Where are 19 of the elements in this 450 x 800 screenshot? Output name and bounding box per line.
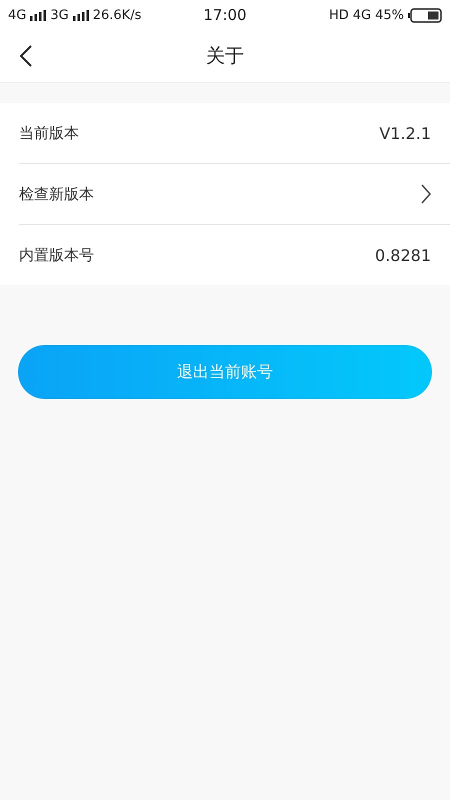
status-text: 3G [50, 8, 69, 22]
status-text: 45% [375, 8, 404, 22]
page-title: 关于 [205, 44, 245, 69]
row-value: V1.2.1 [379, 124, 431, 142]
chevron-right-icon [421, 184, 431, 204]
battery-icon [408, 8, 442, 22]
settings-row[interactable]: 检查新版本 [19, 164, 450, 225]
row-value: 0.8281 [375, 246, 431, 264]
row-label: 检查新版本 [19, 184, 94, 204]
status-text: 4G [8, 8, 26, 22]
signal-icon [30, 10, 46, 20]
status-time: 17:00 [203, 6, 247, 24]
status-text: 4G [352, 8, 372, 22]
back-icon [20, 45, 32, 67]
row-label: 内置版本号 [19, 246, 94, 264]
row-label: 当前版本 [19, 124, 79, 142]
status-text: HD [328, 8, 349, 22]
status-text: 26.6K/s [92, 8, 142, 22]
signal-icon [72, 10, 89, 20]
